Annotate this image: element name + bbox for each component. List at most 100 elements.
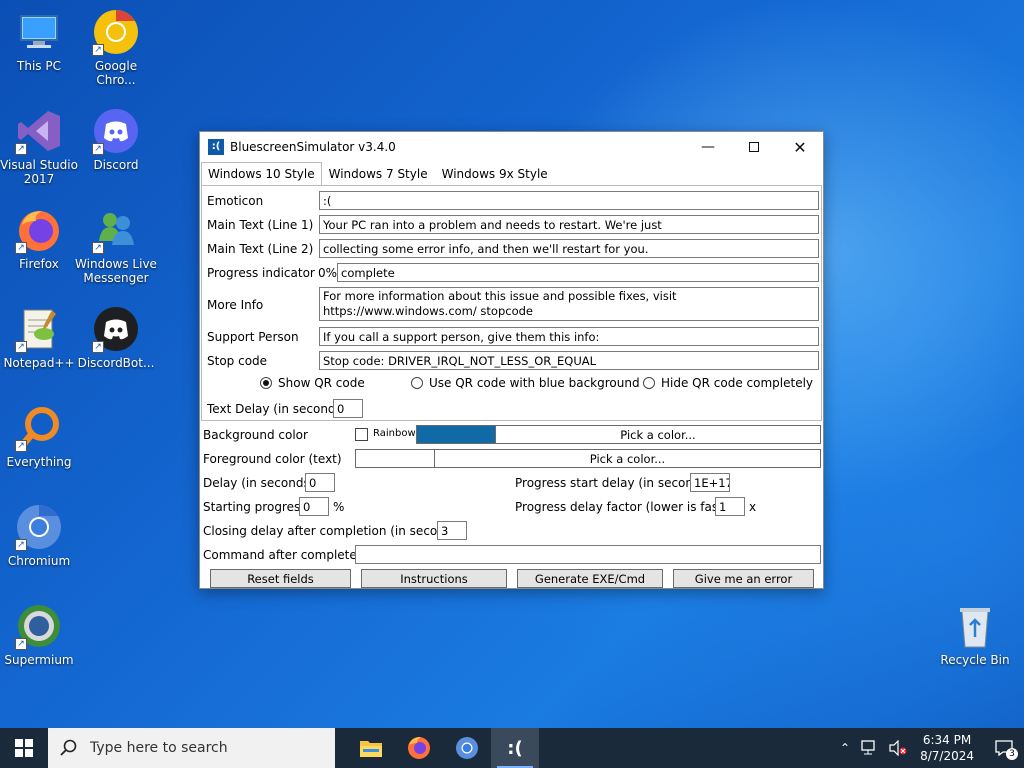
main-text-line1-input[interactable]: Your PC ran into a problem and needs to … (319, 215, 819, 234)
radio-hide-qr[interactable]: Hide QR code completely (643, 376, 813, 390)
taskbar-bluescreen-simulator[interactable]: :( (491, 728, 539, 768)
starting-progress-input[interactable]: 0 (299, 497, 329, 516)
closing-delay-label: Closing delay after completion (in secon… (203, 524, 464, 538)
maximize-button[interactable] (731, 132, 777, 162)
progress-delay-factor-input[interactable]: 1 (715, 497, 745, 516)
radio-show-qr[interactable]: Show QR code (260, 376, 365, 390)
delay-input[interactable]: 0 (305, 473, 335, 492)
radio-label: Use QR code with blue background (429, 376, 640, 390)
give-error-button[interactable]: Give me an error (673, 569, 814, 588)
delay-label: Delay (in seconds) (203, 476, 315, 490)
command-after-complete-label: Command after complete (203, 548, 357, 562)
desktop-icon-notepadpp[interactable]: ↗ Notepad++ (0, 305, 80, 370)
reset-fields-button[interactable]: Reset fields (210, 569, 351, 588)
background-color-swatch (416, 425, 496, 444)
recycle-bin-icon (951, 602, 999, 650)
bluescreen-simulator-icon: :( (507, 737, 523, 759)
radio-dot (411, 377, 423, 389)
file-explorer-icon (360, 741, 382, 757)
desktop-icon-discordbot[interactable]: ↗ DiscordBot... (75, 305, 157, 370)
background-color-label: Background color (203, 428, 308, 442)
desktop-icon-chromium[interactable]: ↗ Chromium (0, 503, 80, 568)
text-delay-label: Text Delay (in seconds) (207, 402, 347, 416)
generate-exe-button[interactable]: Generate EXE/Cmd (517, 569, 663, 588)
visual-studio-icon: ↗ (15, 107, 63, 155)
more-info-label: More Info (207, 298, 264, 312)
desktop-icon-recycle-bin[interactable]: Recycle Bin (934, 602, 1016, 667)
stop-code-input[interactable]: Stop code: DRIVER_IRQL_NOT_LESS_OR_EQUAL (319, 351, 819, 370)
foreground-color-swatch (355, 449, 435, 468)
emoticon-label: Emoticon (207, 194, 264, 208)
desktop-icon-everything[interactable]: ↗ Everything (0, 404, 80, 469)
rainbow-checkbox[interactable] (355, 428, 368, 441)
desktop-icon-label: Windows Live Messenger (75, 257, 157, 285)
desktop-icon-label: Firefox (19, 257, 59, 271)
radio-label: Show QR code (278, 376, 365, 390)
taskbar-clock[interactable]: 6:34 PM 8/7/2024 (920, 732, 974, 764)
support-person-input[interactable]: If you call a support person, give them … (319, 327, 819, 346)
taskbar-firefox[interactable] (395, 728, 443, 768)
taskbar-chromium[interactable] (443, 728, 491, 768)
close-button[interactable]: ✕ (777, 132, 823, 162)
taskbar: Type here to search :( ⌃ 6:34 PM 8/7/202… (0, 728, 1024, 768)
minimize-button[interactable]: — (685, 132, 731, 162)
chevron-up-icon[interactable]: ⌃ (840, 741, 850, 755)
desktop-icon-label: This PC (17, 59, 61, 73)
desktop-icon-label: Discord (93, 158, 139, 172)
start-button[interactable] (0, 728, 48, 768)
main-text-line2-label: Main Text (Line 2) (207, 242, 314, 256)
desktop-icon-label: Recycle Bin (940, 653, 1010, 667)
desktop-icon-discord[interactable]: ↗ Discord (75, 107, 157, 172)
more-info-input[interactable]: For more information about this issue an… (319, 287, 819, 321)
firefox-icon: ↗ (15, 206, 63, 254)
chrome-icon: ↗ (92, 8, 140, 56)
taskbar-file-explorer[interactable] (347, 728, 395, 768)
discord-icon: ↗ (92, 107, 140, 155)
radio-qr-blue-background[interactable]: Use QR code with blue background (411, 376, 640, 390)
desktop-icon-firefox[interactable]: ↗ Firefox (0, 206, 80, 271)
clock-time: 6:34 PM (922, 733, 972, 747)
background-pick-color-button[interactable]: Pick a color... (495, 425, 821, 444)
emoticon-input[interactable]: :( (319, 191, 819, 210)
desktop-icon-messenger[interactable]: ↗ Windows Live Messenger (75, 206, 157, 285)
tab-panel: Emoticon :( Main Text (Line 1) Your PC r… (201, 185, 822, 421)
notepadpp-icon: ↗ (15, 305, 63, 353)
notification-center-button[interactable]: 3 (984, 728, 1024, 768)
bluescreen-simulator-window: :( BluescreenSimulator v3.4.0 — ✕ Window… (199, 131, 824, 589)
radio-dot (643, 377, 655, 389)
desktop-icon-supermium[interactable]: ↗ Supermium (0, 602, 80, 667)
progress-start-delay-input[interactable]: 1E+17 (690, 473, 730, 492)
foreground-color-label: Foreground color (text) (203, 452, 342, 466)
command-after-complete-input[interactable] (355, 545, 821, 564)
window-title: BluescreenSimulator v3.4.0 (230, 140, 396, 154)
progress-indicator-input[interactable]: complete (337, 263, 819, 282)
progress-prefix: 0% (318, 266, 338, 280)
tab-windows-10[interactable]: Windows 10 Style (201, 162, 322, 186)
progress-start-delay-label: Progress start delay (in seconds) (515, 476, 712, 490)
desktop-icon-this-pc[interactable]: This PC (0, 8, 80, 73)
clock-date: 8/7/2024 (920, 749, 974, 763)
instructions-button[interactable]: Instructions (361, 569, 507, 588)
text-delay-input[interactable]: 0 (333, 399, 363, 418)
main-text-line2-input[interactable]: collecting some error info, and then we'… (319, 239, 819, 258)
desktop-icon-label: Google Chro... (94, 59, 138, 87)
system-tray: ⌃ 6:34 PM 8/7/2024 3 (834, 728, 1024, 768)
desktop-icon-label: Everything (6, 455, 72, 469)
radio-dot (260, 377, 272, 389)
volume-muted-icon[interactable] (889, 740, 907, 756)
desktop-icon-chrome[interactable]: ↗ Google Chro... (75, 8, 157, 87)
network-icon[interactable] (861, 740, 879, 756)
search-placeholder: Type here to search (90, 740, 228, 756)
tab-windows-7[interactable]: Windows 7 Style (322, 162, 435, 186)
tab-windows-9x[interactable]: Windows 9x Style (435, 162, 555, 186)
progress-delay-factor-label: Progress delay factor (lower is faster) (515, 500, 740, 514)
desktop-icon-label: Chromium (7, 554, 71, 568)
stop-code-label: Stop code (207, 354, 268, 368)
desktop-icon-visual-studio[interactable]: ↗ Visual Studio 2017 (0, 107, 80, 186)
title-bar[interactable]: :( BluescreenSimulator v3.4.0 — ✕ (200, 132, 823, 162)
foreground-pick-color-button[interactable]: Pick a color... (434, 449, 821, 468)
close-icon: ✕ (793, 137, 807, 157)
everything-icon: ↗ (15, 404, 63, 452)
closing-delay-input[interactable]: 3 (437, 521, 467, 540)
taskbar-search-box[interactable]: Type here to search (48, 728, 335, 768)
